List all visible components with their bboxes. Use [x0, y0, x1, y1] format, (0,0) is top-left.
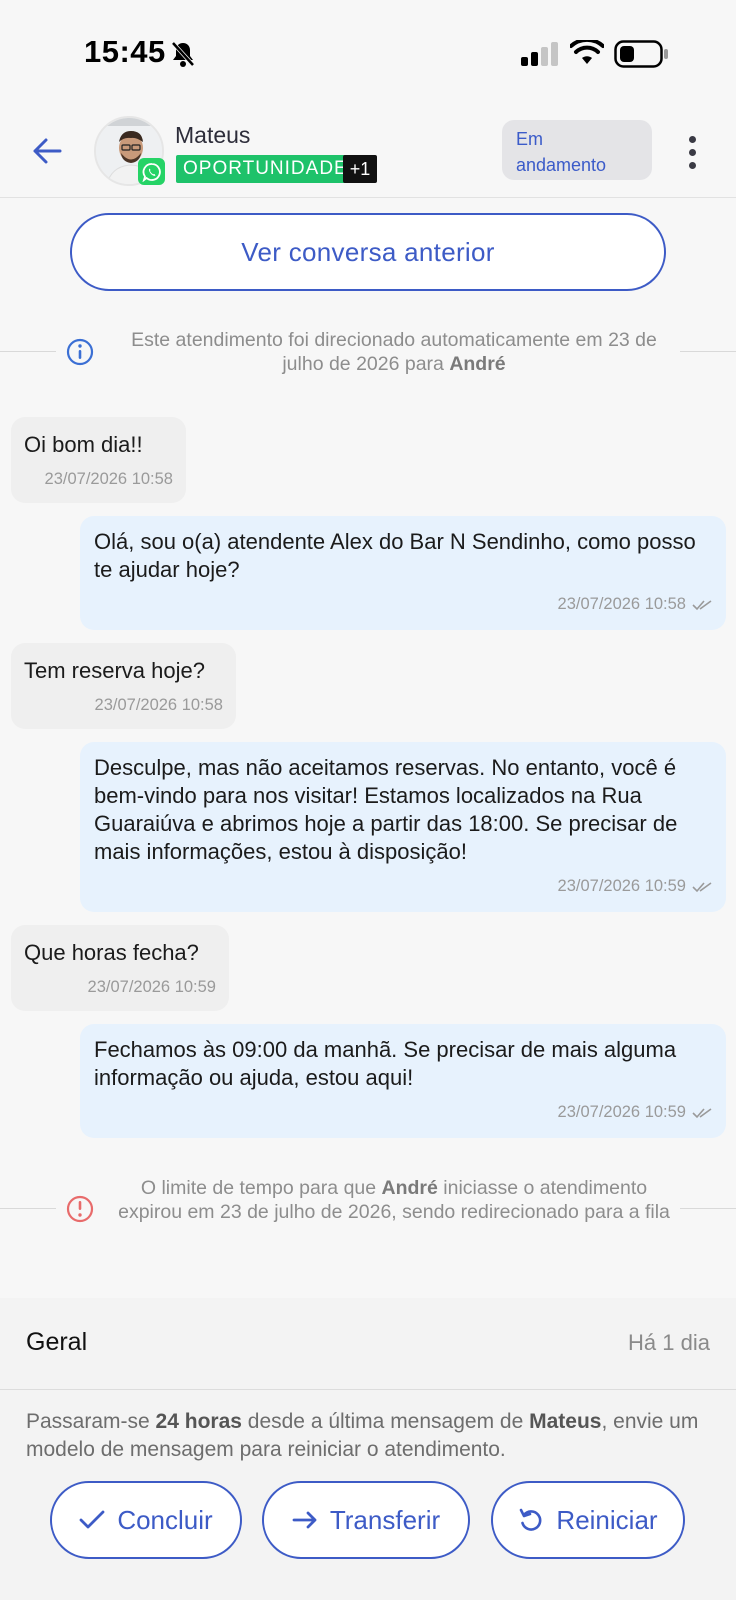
alert-info-icon — [66, 1195, 94, 1223]
message-outgoing[interactable]: Olá, sou o(a) atendente Alex do Bar N Se… — [80, 516, 726, 630]
message-time: 23/07/2026 10:58 — [94, 594, 712, 614]
transfer-button[interactable]: Transferir — [262, 1481, 470, 1559]
message-incoming[interactable]: Tem reserva hoje? 23/07/2026 10:58 — [11, 643, 236, 729]
double-check-icon — [692, 599, 712, 610]
panel-header[interactable]: Geral Há 1 dia — [0, 1298, 736, 1390]
message-time: 23/07/2026 10:59 — [94, 876, 712, 896]
check-icon — [79, 1510, 105, 1529]
whatsapp-icon — [138, 158, 165, 185]
chat-area[interactable]: Ver conversa anterior Este atendimento f… — [0, 198, 736, 1280]
message-time: 23/07/2026 10:58 — [44, 470, 173, 488]
message-incoming[interactable]: Oi bom dia!! 23/07/2026 10:58 — [11, 417, 186, 503]
inactivity-notice: Passaram-se 24 horas desde a última mens… — [26, 1410, 699, 1461]
message-outgoing[interactable]: Fechamos às 09:00 da manhã. Se precisar … — [80, 1024, 726, 1138]
arrow-right-icon — [292, 1511, 317, 1529]
message-time: 23/07/2026 10:59 — [87, 978, 216, 996]
wifi-icon — [570, 40, 604, 64]
status-badge[interactable]: Em andamento — [502, 120, 652, 180]
queue-time-ago: Há 1 dia — [628, 1330, 710, 1355]
more-vertical-icon — [688, 135, 696, 143]
message-incoming[interactable]: Que horas fecha? 23/07/2026 10:59 — [11, 925, 229, 1011]
contact-name[interactable]: Mateus — [175, 122, 250, 149]
system-note-timeout: O limite de tempo para que André inicias… — [0, 1176, 736, 1256]
message-outgoing[interactable]: Desculpe, mas não aceitamos reservas. No… — [80, 742, 726, 912]
double-check-icon — [692, 881, 712, 892]
arrow-left-icon — [33, 138, 62, 164]
system-note-routing: Este atendimento foi direcionado automat… — [0, 326, 736, 382]
message-text: Que horas fecha? — [24, 940, 199, 965]
message-text: Olá, sou o(a) atendente Alex do Bar N Se… — [94, 529, 696, 582]
info-icon — [66, 338, 94, 366]
queue-panel: Geral Há 1 dia Passaram-se 24 horas desd… — [0, 1298, 736, 1600]
restart-label: Reiniciar — [556, 1504, 658, 1535]
bell-off-icon — [171, 41, 195, 67]
restart-icon — [520, 1508, 542, 1531]
message-text: Desculpe, mas não aceitamos reservas. No… — [94, 755, 678, 864]
battery-icon — [614, 40, 668, 68]
more-options-button[interactable] — [680, 130, 704, 174]
message-text: Tem reserva hoje? — [24, 658, 205, 683]
panel-separator — [0, 1280, 736, 1298]
restart-button[interactable]: Reiniciar — [491, 1481, 685, 1559]
system-note-text: Este atendimento foi direcionado automat… — [131, 329, 657, 375]
status-bar: 15:45 — [0, 0, 736, 106]
signal-icon — [521, 42, 558, 66]
message-text: Fechamos às 09:00 da manhã. Se precisar … — [94, 1037, 677, 1090]
back-button[interactable] — [26, 130, 68, 172]
queue-title: Geral — [26, 1328, 88, 1356]
message-time: 23/07/2026 10:59 — [94, 1102, 712, 1122]
conclude-button[interactable]: Concluir — [50, 1481, 242, 1559]
status-time: 15:45 — [84, 34, 166, 69]
system-note-text: O limite de tempo para que André inicias… — [118, 1177, 670, 1223]
tag-badge[interactable]: OPORTUNIDADE — [176, 155, 355, 183]
transfer-label: Transferir — [329, 1504, 441, 1535]
message-text: Oi bom dia!! — [24, 432, 143, 457]
conversation-header: Mateus OPORTUNIDADE +1 Em andamento — [0, 106, 736, 198]
previous-conversation-button[interactable]: Ver conversa anterior — [70, 213, 666, 291]
message-time: 23/07/2026 10:58 — [94, 696, 223, 714]
extra-tags-badge[interactable]: +1 — [343, 155, 377, 183]
conclude-label: Concluir — [117, 1504, 213, 1535]
double-check-icon — [692, 1107, 712, 1118]
